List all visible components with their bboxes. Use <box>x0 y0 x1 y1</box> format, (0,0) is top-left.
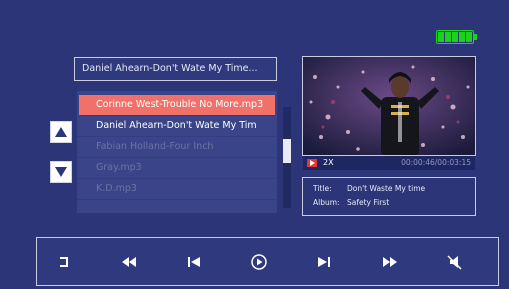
down-arrow-icon <box>55 167 67 177</box>
mute-icon[interactable] <box>446 253 464 271</box>
scroll-up-button[interactable] <box>50 121 72 143</box>
title-value: Don't Waste My time <box>347 184 426 193</box>
scroll-down-button[interactable] <box>50 161 72 183</box>
battery-tip <box>474 34 477 40</box>
playback-speed: 2X <box>323 158 334 167</box>
video-status-bar: 2X 00:00:46/00:03:15 <box>303 156 475 170</box>
video-preview[interactable] <box>302 56 476 156</box>
playback-time: 00:00:46/00:03:15 <box>401 158 471 167</box>
battery-icon <box>436 30 474 44</box>
fast-forward-icon[interactable] <box>381 253 399 271</box>
playlist-item[interactable]: Corinne West-Trouble No More.mp3 <box>79 95 275 116</box>
play-indicator-icon <box>307 159 317 167</box>
playlist-item[interactable]: Fabian Holland-Four Inch <box>77 137 277 158</box>
title-label: Title: <box>313 184 332 193</box>
playlist-scroll-thumb[interactable] <box>283 139 291 163</box>
album-label: Album: <box>313 198 340 207</box>
previous-icon[interactable] <box>185 253 203 271</box>
album-value: Safety First <box>347 198 390 207</box>
playlist-item[interactable]: Daniel Ahearn-Don't Wate My Tim <box>77 116 277 137</box>
fast-rewind-icon[interactable] <box>120 253 138 271</box>
playlist-item[interactable]: Gray.mp3 <box>77 158 277 179</box>
up-arrow-icon <box>55 127 67 137</box>
playlist-item[interactable]: K.D.mp3 <box>77 179 277 200</box>
next-icon[interactable] <box>315 253 333 271</box>
performer-image <box>303 57 475 155</box>
play-icon[interactable] <box>250 253 268 271</box>
return-icon[interactable] <box>55 253 73 271</box>
track-info: Title: Don't Waste My time Album: Safety F… <box>302 177 476 216</box>
playlist: Corinne West-Trouble No More.mp3 Daniel … <box>77 91 277 213</box>
control-bar <box>36 237 499 286</box>
now-playing-title: Daniel Ahearn-Don't Wate My Time... <box>74 57 277 81</box>
